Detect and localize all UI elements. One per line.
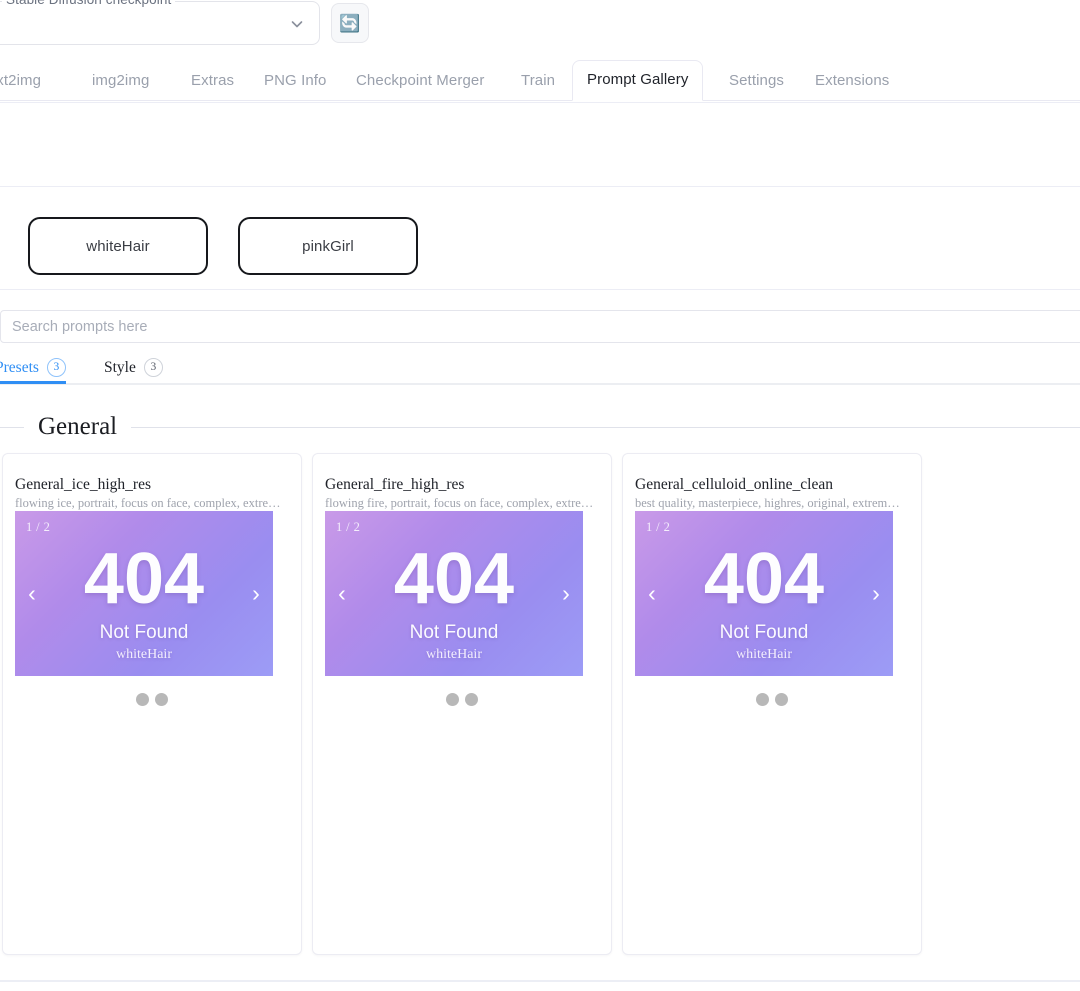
thumbnail-page-counter: 1 / 2 [336, 520, 360, 535]
section-header: General [0, 412, 1080, 442]
top-toolbar: Stable Diffusion checkpoint 🔄 [0, 0, 1080, 48]
chevron-right-icon[interactable]: › [245, 577, 267, 611]
main-tab-settings[interactable]: Settings [715, 62, 798, 100]
filter-tab-style[interactable]: Style 3 [104, 352, 163, 383]
header-divider [0, 102, 1080, 103]
preset-chip-whitehair[interactable]: whiteHair [28, 217, 208, 275]
prompt-card[interactable]: General_ice_high_resflowing ice, portrai… [2, 453, 302, 955]
thumbnail-page-counter: 1 / 2 [646, 520, 670, 535]
carousel-dot[interactable] [136, 693, 149, 706]
main-tab-extras[interactable]: Extras [177, 62, 248, 100]
image-error-code: 404 [635, 543, 893, 615]
image-error-text: Not Found [635, 622, 893, 644]
image-error-code: 404 [325, 543, 583, 615]
section-divider [0, 186, 1080, 187]
search-divider [0, 289, 1080, 290]
carousel-dots [313, 693, 611, 706]
filter-tab-underline-track [0, 383, 1080, 385]
prompt-card-description: flowing ice, portrait, focus on face, co… [15, 496, 291, 511]
prompt-card-grid: General_ice_high_resflowing ice, portrai… [0, 453, 1080, 955]
filter-tab-count-badge: 3 [144, 358, 163, 377]
prompt-card-title: General_ice_high_res [15, 476, 291, 494]
main-tab-train[interactable]: Train [507, 62, 569, 100]
chevron-left-icon[interactable]: ‹ [641, 577, 663, 611]
prompt-card-thumbnail[interactable]: 1 / 2 404 Not Found whiteHair ‹ › [15, 511, 273, 676]
prompt-card-thumbnail[interactable]: 1 / 2 404 Not Found whiteHair ‹ › [635, 511, 893, 676]
chevron-left-icon[interactable]: ‹ [21, 577, 43, 611]
section-rule-right [131, 427, 1080, 428]
prompt-card-title: General_fire_high_res [325, 476, 601, 494]
image-error-text: Not Found [15, 622, 273, 644]
main-tab-img2img[interactable]: img2img [78, 62, 163, 100]
chevron-down-icon[interactable] [289, 16, 305, 32]
checkpoint-selector[interactable]: Stable Diffusion checkpoint [0, 1, 320, 45]
footer-divider [0, 980, 1080, 982]
section-title: General [24, 413, 131, 441]
filter-tab-label: Style [104, 359, 136, 377]
main-tab-checkpoint-merger[interactable]: Checkpoint Merger [342, 62, 498, 100]
carousel-dots [623, 693, 921, 706]
chevron-right-icon[interactable]: › [865, 577, 887, 611]
prompt-card-thumbnail[interactable]: 1 / 2 404 Not Found whiteHair ‹ › [325, 511, 583, 676]
main-tab-prompt-gallery[interactable]: Prompt Gallery [572, 60, 703, 101]
carousel-dot[interactable] [446, 693, 459, 706]
tab-bar-underline [0, 100, 1080, 101]
filter-tab-bar: Presets 3 Style 3 [0, 352, 1080, 384]
carousel-dot[interactable] [465, 693, 478, 706]
filter-tab-label: Presets [0, 359, 39, 377]
image-error-text: Not Found [325, 622, 583, 644]
chevron-right-icon[interactable]: › [555, 577, 577, 611]
section-rule-left [0, 427, 24, 428]
filter-tab-count-badge: 3 [47, 358, 66, 377]
prompt-card[interactable]: General_fire_high_resflowing fire, portr… [312, 453, 612, 955]
prompt-card-description: best quality, masterpiece, highres, orig… [635, 496, 911, 511]
thumbnail-preset-tag: whiteHair [635, 647, 893, 663]
main-tab-png-info[interactable]: PNG Info [250, 62, 341, 100]
checkpoint-label: Stable Diffusion checkpoint [2, 0, 175, 7]
main-tab-txt2img[interactable]: txt2img [0, 62, 55, 100]
thumbnail-preset-tag: whiteHair [325, 647, 583, 663]
prompt-card-title: General_celluloid_online_clean [635, 476, 911, 494]
prompt-card-description: flowing fire, portrait, focus on face, c… [325, 496, 601, 511]
image-error-code: 404 [15, 543, 273, 615]
refresh-checkpoints-button[interactable]: 🔄 [331, 3, 369, 43]
carousel-dot[interactable] [155, 693, 168, 706]
thumbnail-page-counter: 1 / 2 [26, 520, 50, 535]
search-input[interactable] [0, 310, 1080, 343]
carousel-dots [3, 693, 301, 706]
refresh-icon: 🔄 [339, 15, 360, 32]
main-tab-bar: txt2img img2img ExtrasPNG InfoCheckpoint M… [0, 58, 1080, 101]
main-tab-extensions[interactable]: Extensions [801, 62, 903, 100]
chevron-left-icon[interactable]: ‹ [331, 577, 353, 611]
checkpoint-dropdown-box[interactable] [0, 1, 320, 45]
preset-chip-pinkgirl[interactable]: pinkGirl [238, 217, 418, 275]
prompt-card[interactable]: General_celluloid_online_cleanbest quali… [622, 453, 922, 955]
thumbnail-preset-tag: whiteHair [15, 647, 273, 663]
filter-tab-presets[interactable]: Presets 3 [0, 352, 66, 383]
carousel-dot[interactable] [775, 693, 788, 706]
carousel-dot[interactable] [756, 693, 769, 706]
